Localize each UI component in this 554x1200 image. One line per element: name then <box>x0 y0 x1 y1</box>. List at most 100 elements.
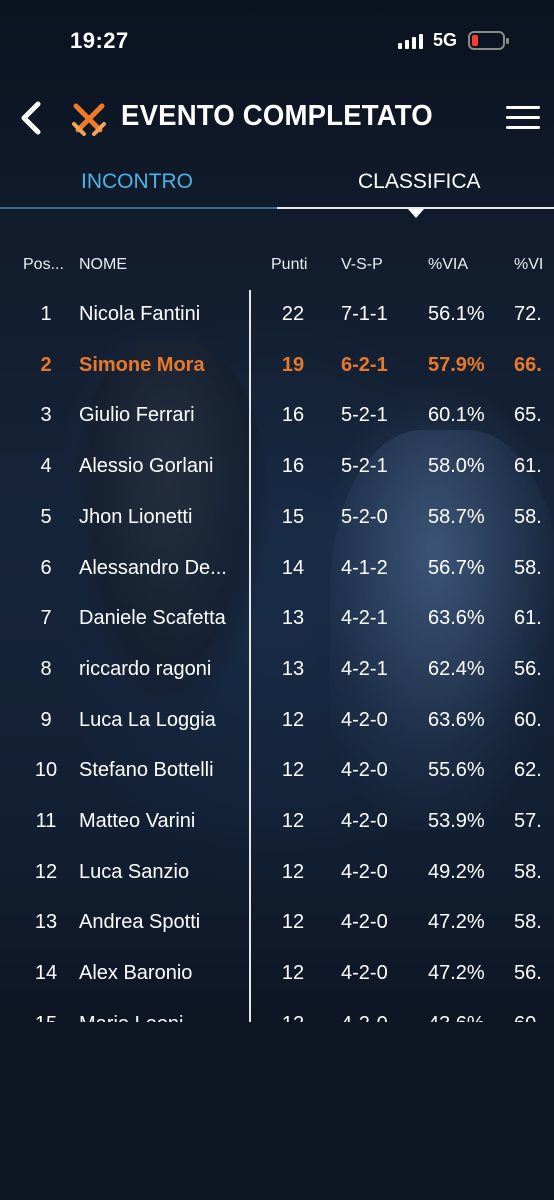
network-label: 5G <box>433 30 458 50</box>
cell-via: 60.1% <box>428 404 485 427</box>
table-row[interactable]: 12 Luca Sanzio 12 4-2-0 49.2% 58. <box>0 848 554 898</box>
cell-vsp: 4-2-0 <box>341 708 388 731</box>
app-header: EVENTO COMPLETATO <box>0 84 554 154</box>
hamburger-menu-button[interactable] <box>506 106 540 132</box>
cell-name: Jhon Lionetti <box>79 505 193 528</box>
table-row[interactable]: 14 Alex Baronio 12 4-2-0 47.2% 56. <box>0 949 554 999</box>
status-bar: 19:27 5G <box>0 0 554 84</box>
cell-via: 62.4% <box>428 657 485 680</box>
cell-punti: 16 <box>281 404 305 427</box>
cell-name: Alessio Gorlani <box>79 455 214 478</box>
cell-vi: 56. <box>514 962 542 985</box>
cell-via: 57.9% <box>428 353 485 376</box>
tab-bar: INCONTRO CLASSIFICA <box>0 160 554 218</box>
table-row[interactable]: 9 Luca La Loggia 12 4-2-0 63.6% 60. <box>0 696 554 746</box>
table-row[interactable]: 5 Jhon Lionetti 15 5-2-0 58.7% 58. <box>0 493 554 543</box>
cell-name: Giulio Ferrari <box>79 404 195 427</box>
tab-classifica[interactable]: CLASSIFICA <box>358 170 481 194</box>
cell-vi: 65. <box>514 404 542 427</box>
cell-via: 53.9% <box>428 810 485 832</box>
active-tab-caret-icon <box>408 209 424 218</box>
tab-underline-inactive <box>0 207 277 209</box>
cell-punti: 19 <box>281 353 305 376</box>
table-header-row: Pos... NOME Punti V-S-P %VIA %VI <box>0 240 554 290</box>
cell-pos: 6 <box>40 556 52 579</box>
cell-vi: 57. <box>514 810 542 832</box>
cell-vi: 60. <box>514 1013 554 1022</box>
chevron-left-icon <box>21 101 41 135</box>
cell-punti: 14 <box>281 556 305 579</box>
cell-name: Luca La Loggia <box>79 708 216 731</box>
cell-vsp: 4-1-2 <box>341 556 388 579</box>
crossed-swords-icon <box>70 100 108 138</box>
table-row-highlighted[interactable]: 2 Simone Mora 19 6-2-1 57.9% 66. <box>0 341 554 391</box>
cell-vi: 60. <box>514 708 542 731</box>
table-row[interactable]: 13 Andrea Spotti 12 4-2-0 47.2% 58. <box>0 898 554 948</box>
column-header-via[interactable]: %VIA <box>428 256 498 274</box>
cell-punti: 12 <box>281 860 305 883</box>
table-row[interactable]: 15 Mario Leoni 12 4-2-0 43.6% 60. <box>0 1000 554 1022</box>
cell-pos: 13 <box>34 911 58 934</box>
cell-punti: 12 <box>281 911 305 934</box>
column-header-pos[interactable]: Pos... <box>23 256 73 274</box>
cell-pos: 11 <box>35 810 57 832</box>
cell-vi: 72. <box>514 303 542 325</box>
cell-pos: 7 <box>40 607 52 630</box>
cell-via: 47.2% <box>428 911 485 934</box>
cell-vi: 58. <box>514 505 542 528</box>
cell-vi: 58. <box>514 556 542 579</box>
column-header-vsp[interactable]: V-S-P <box>341 256 401 274</box>
cell-via: 56.7% <box>428 556 485 579</box>
cell-vsp: 4-2-0 <box>341 1013 401 1022</box>
table-row[interactable]: 11 Matteo Varini 12 4-2-0 53.9% 57. <box>0 797 554 847</box>
cell-via: 63.6% <box>428 607 485 630</box>
table-row[interactable]: 1 Nicola Fantini 22 7-1-1 56.1% 72. <box>0 290 554 340</box>
cell-vi: 58. <box>514 860 542 883</box>
standings-table[interactable]: Pos... NOME Punti V-S-P %VIA %VI 1 Nicola… <box>0 240 554 1022</box>
cell-pos: 1 <box>40 303 52 325</box>
cell-punti: 16 <box>281 455 305 478</box>
cell-name: Mario Leoni <box>79 1013 241 1022</box>
cell-name: Alessandro De... <box>79 556 227 579</box>
cell-vi: 62. <box>514 759 542 782</box>
cell-vsp: 4-2-0 <box>341 810 388 832</box>
tab-incontro[interactable]: INCONTRO <box>81 170 193 194</box>
column-header-vi[interactable]: %VI <box>514 256 554 274</box>
column-header-punti[interactable]: Punti <box>271 256 315 274</box>
cell-vi: 61. <box>514 455 542 478</box>
cell-punti: 12 <box>281 810 305 832</box>
cell-pos: 5 <box>40 505 52 528</box>
cell-pos: 3 <box>40 404 52 427</box>
table-row[interactable]: 7 Daniele Scafetta 13 4-2-1 63.6% 61. <box>0 594 554 644</box>
table-row[interactable]: 3 Giulio Ferrari 16 5-2-1 60.1% 65. <box>0 391 554 441</box>
cell-vsp: 4-2-0 <box>341 759 388 782</box>
back-button[interactable] <box>14 98 50 138</box>
cell-name: Matteo Varini <box>79 810 196 832</box>
cell-vsp: 4-2-0 <box>341 911 388 934</box>
cell-punti: 12 <box>281 962 305 985</box>
cell-vi: 66. <box>514 353 542 376</box>
cell-via: 58.7% <box>428 505 485 528</box>
cell-name: Alex Baronio <box>79 962 193 985</box>
table-row[interactable]: 6 Alessandro De... 14 4-1-2 56.7% 58. <box>0 544 554 594</box>
cell-vsp: 4-2-0 <box>341 860 388 883</box>
cell-vsp: 5-2-0 <box>341 505 388 528</box>
table-row[interactable]: 4 Alessio Gorlani 16 5-2-1 58.0% 61. <box>0 442 554 492</box>
signal-icon <box>398 33 423 49</box>
page-title: EVENTO COMPLETATO <box>121 100 433 132</box>
column-header-nome[interactable]: NOME <box>79 256 241 274</box>
cell-via: 63.6% <box>428 708 485 731</box>
cell-vi: 58. <box>514 911 542 934</box>
cell-vi: 56. <box>514 657 542 680</box>
table-row[interactable]: 8 riccardo ragoni 13 4-2-1 62.4% 56. <box>0 645 554 695</box>
cell-via: 58.0% <box>428 455 485 478</box>
cell-pos: 4 <box>40 455 52 478</box>
cell-pos: 12 <box>34 860 58 883</box>
cell-name: Stefano Bottelli <box>79 759 214 782</box>
cell-vsp: 5-2-1 <box>341 404 388 427</box>
cell-name: riccardo ragoni <box>79 657 212 680</box>
cell-via: 49.2% <box>428 860 485 883</box>
table-row[interactable]: 10 Stefano Bottelli 12 4-2-0 55.6% 62. <box>0 746 554 796</box>
cell-pos: 8 <box>40 657 52 680</box>
cell-vsp: 7-1-1 <box>341 303 388 325</box>
